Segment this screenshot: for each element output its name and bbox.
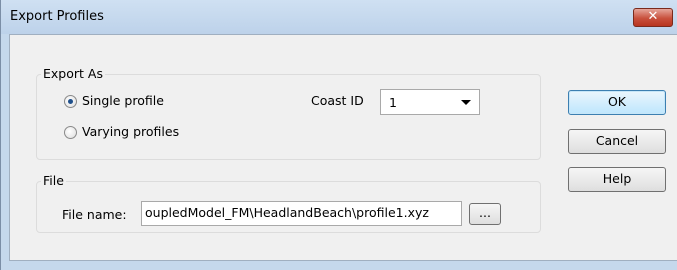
file-name-value: oupledModel_FM\HeadlandBeach\profile1.xy… [145, 205, 429, 220]
close-button[interactable]: ✕ [633, 8, 673, 27]
ok-button[interactable]: OK [568, 90, 666, 115]
dialog-title: Export Profiles [10, 9, 104, 24]
varying-profiles-radio[interactable] [64, 126, 77, 139]
export-as-group: Export As [36, 66, 541, 160]
file-name-input[interactable]: oupledModel_FM\HeadlandBeach\profile1.xy… [141, 201, 462, 226]
coast-id-label: Coast ID [311, 93, 364, 108]
coast-id-dropdown[interactable]: 1 [380, 89, 480, 115]
varying-profiles-label[interactable]: Varying profiles [82, 124, 179, 139]
dialog-client-area: Export As Single profile Varying profile… [9, 34, 677, 261]
file-name-label: File name: [62, 207, 127, 222]
single-profile-label[interactable]: Single profile [82, 93, 164, 108]
radio-selected-dot [68, 99, 73, 104]
close-icon: ✕ [647, 9, 659, 24]
title-bar[interactable]: Export Profiles ✕ [1, 0, 677, 34]
ok-label: OK [607, 94, 627, 109]
cancel-button[interactable]: Cancel [568, 129, 666, 154]
single-profile-radio[interactable] [64, 95, 77, 108]
browse-label: ... [479, 205, 491, 220]
file-group-label: File [41, 173, 66, 188]
export-as-group-label: Export As [41, 66, 105, 81]
chevron-down-icon [461, 100, 471, 105]
help-button[interactable]: Help [568, 167, 666, 192]
cancel-label: Cancel [595, 133, 639, 148]
browse-button[interactable]: ... [469, 203, 501, 225]
help-label: Help [602, 171, 632, 186]
coast-id-value: 1 [389, 95, 397, 110]
export-profiles-dialog: Export Profiles ✕ Export As Single profi… [0, 0, 677, 270]
